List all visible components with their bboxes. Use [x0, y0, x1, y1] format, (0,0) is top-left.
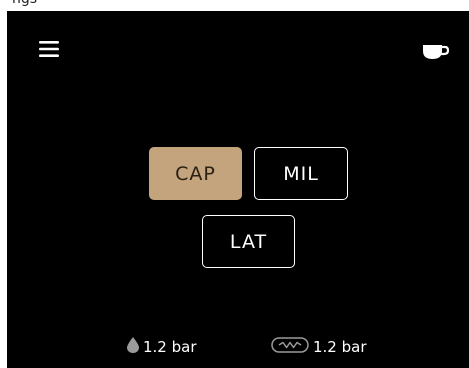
drink-button-latte[interactable]: LAT	[202, 215, 295, 268]
drink-button-label: CAP	[175, 162, 216, 185]
header-partial-text: ngs	[12, 0, 37, 7]
water-drop-icon	[127, 337, 139, 357]
drink-button-label: LAT	[229, 230, 268, 253]
steam-pressure-value: 1.2 bar	[313, 338, 367, 356]
water-pressure-status: 1.2 bar	[127, 337, 197, 357]
steam-pressure-status: 1.2 bar	[271, 337, 367, 357]
top-strip: ngs	[0, 0, 469, 11]
water-pressure-value: 1.2 bar	[143, 338, 197, 356]
machine-screen: CAP MIL LAT 1.2 bar 1.2 bar	[7, 11, 469, 368]
menu-icon[interactable]	[39, 41, 59, 57]
steam-gauge-icon	[271, 337, 309, 357]
drink-button-cappuccino[interactable]: CAP	[149, 147, 242, 200]
cup-icon[interactable]	[422, 41, 450, 67]
drink-button-milk[interactable]: MIL	[254, 147, 348, 200]
drink-button-label: MIL	[283, 162, 319, 185]
